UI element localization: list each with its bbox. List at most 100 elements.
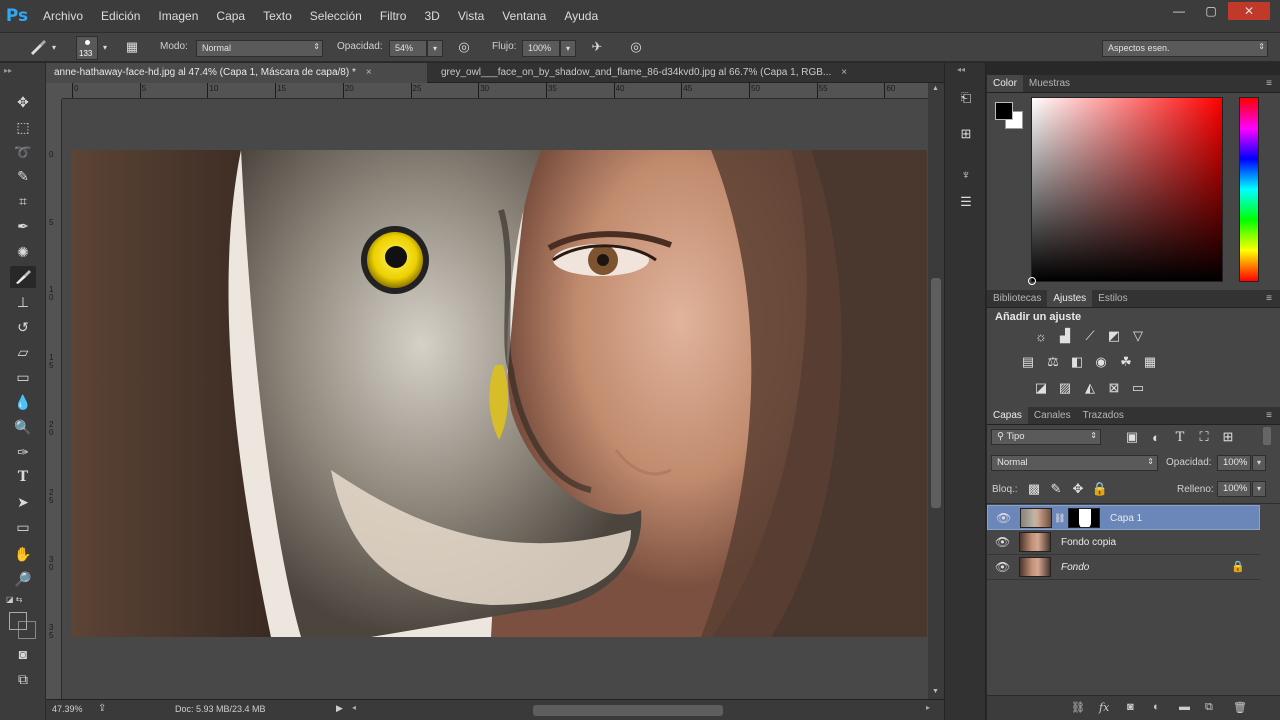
hue-slider[interactable] xyxy=(1239,97,1259,282)
close-button[interactable]: ✕ xyxy=(1228,2,1270,20)
tab-muestras[interactable]: Muestras xyxy=(1023,75,1076,92)
hue-saturation-icon[interactable]: ▤ xyxy=(1019,354,1037,370)
brightness-icon[interactable]: ☼ xyxy=(1032,328,1050,344)
color-field[interactable] xyxy=(1028,97,1223,285)
marquee-tool-icon[interactable]: ⬚ xyxy=(10,116,36,138)
lock-all-icon[interactable]: 🔒 xyxy=(1091,481,1109,497)
visibility-eye-icon[interactable]: 👁 xyxy=(996,511,1011,525)
filter-shape-icon[interactable]: ⛶ xyxy=(1195,429,1213,445)
channel-mixer-icon[interactable]: ☘ xyxy=(1117,354,1135,370)
posterize-icon[interactable]: ▨ xyxy=(1056,380,1074,396)
dodge-tool-icon[interactable]: 🔍 xyxy=(10,416,36,438)
crop-tool-icon[interactable]: ⌗ xyxy=(10,190,36,212)
blur-tool-icon[interactable]: 💧 xyxy=(10,391,36,413)
visibility-eye-icon[interactable]: 👁 xyxy=(995,560,1010,574)
new-layer-icon[interactable]: ⧉ xyxy=(1205,701,1213,714)
scroll-up-icon[interactable]: ▲ xyxy=(932,85,939,92)
menu-seleccion[interactable]: Selección xyxy=(301,0,371,32)
menu-vista[interactable]: Vista xyxy=(449,0,493,32)
tab-color[interactable]: Color xyxy=(987,75,1023,92)
exposure-icon[interactable]: ◩ xyxy=(1105,328,1123,344)
lasso-tool-icon[interactable]: ➰ xyxy=(10,141,36,163)
eyedropper-tool-icon[interactable]: ✒ xyxy=(10,215,36,237)
gradient-map-icon[interactable]: ▭ xyxy=(1129,380,1147,396)
selective-color-icon[interactable]: ⊠ xyxy=(1105,380,1123,396)
foreground-color-swatch[interactable] xyxy=(995,102,1013,120)
default-colors-icon[interactable]: ◪ ⇆ xyxy=(6,595,22,604)
tab-ajustes[interactable]: Ajustes xyxy=(1047,290,1093,307)
group-folder-icon[interactable]: ▬ xyxy=(1179,701,1190,713)
layer-name[interactable]: Capa 1 xyxy=(1110,513,1142,524)
tab-bibliotecas[interactable]: Bibliotecas xyxy=(987,290,1047,307)
flow-input[interactable]: 100% xyxy=(522,40,560,57)
maximize-button[interactable]: ▢ xyxy=(1196,2,1226,20)
scroll-left-icon[interactable]: ◂ xyxy=(352,703,356,712)
path-selection-tool-icon[interactable]: ➤ xyxy=(10,491,36,513)
color-balance-icon[interactable]: ⚖ xyxy=(1044,354,1062,370)
menu-capa[interactable]: Capa xyxy=(207,0,254,32)
quick-mask-icon[interactable]: ◙ xyxy=(10,643,36,665)
panel-menu-icon[interactable]: ≡ xyxy=(1266,78,1272,89)
brush-tool-preset-icon[interactable] xyxy=(28,39,48,57)
expand-arrows-icon[interactable]: ◂◂ xyxy=(957,65,965,74)
brush-size-picker[interactable]: 133 xyxy=(76,36,98,60)
layer-filter-select[interactable]: ⚲ Tipo ⇕ xyxy=(991,429,1101,445)
zoom-tool-icon[interactable]: 🔎 xyxy=(10,568,36,590)
document-image[interactable] xyxy=(71,150,927,637)
fill-dropdown[interactable]: ▾ xyxy=(1252,481,1266,497)
menu-3d[interactable]: 3D xyxy=(415,0,448,32)
healing-brush-tool-icon[interactable]: ✺ xyxy=(10,241,36,263)
brush-tool-icon[interactable] xyxy=(10,266,36,288)
mode-select[interactable]: Normal ⇕ xyxy=(196,40,323,57)
workspace-select[interactable]: Aspectos esen. ⇕ xyxy=(1102,40,1268,57)
vertical-ruler[interactable]: 0 5 1 0 1 5 2 0 2 5 3 0 3 5 xyxy=(46,99,62,699)
link-icon[interactable]: ⛓ xyxy=(1054,513,1065,524)
menu-edicion[interactable]: Edición xyxy=(92,0,149,32)
menu-ventana[interactable]: Ventana xyxy=(493,0,555,32)
brush-presets-panel-icon[interactable]: ♆ xyxy=(954,163,978,185)
photo-filter-icon[interactable]: ◉ xyxy=(1092,354,1110,370)
ruler-origin[interactable] xyxy=(46,83,62,99)
pressure-opacity-icon[interactable]: ◎ xyxy=(454,39,474,57)
layer-row-fondo[interactable]: 👁 Fondo 🔒 xyxy=(987,555,1260,580)
foreground-color-swatch[interactable] xyxy=(9,612,27,630)
history-brush-tool-icon[interactable]: ↺ xyxy=(10,316,36,338)
minimize-button[interactable]: — xyxy=(1164,2,1194,20)
tab-canales[interactable]: Canales xyxy=(1028,407,1077,424)
zoom-level[interactable]: 47.39% xyxy=(52,704,83,714)
airbrush-icon[interactable]: ✈ xyxy=(587,39,607,57)
vibrance-icon[interactable]: ▽ xyxy=(1129,328,1147,344)
trash-icon[interactable]: 🗑 xyxy=(1233,701,1247,714)
opacity-dropdown-button[interactable]: ▾ xyxy=(427,40,443,57)
layer-thumbnail[interactable] xyxy=(1019,532,1051,552)
horizontal-ruler[interactable]: 0 5 10 15 20 25 30 35 40 45 50 55 60 xyxy=(62,83,928,99)
properties-panel-icon[interactable]: ⊞ xyxy=(954,123,978,145)
menu-texto[interactable]: Texto xyxy=(254,0,301,32)
panel-menu-icon[interactable]: ≡ xyxy=(1266,410,1272,421)
history-panel-icon[interactable]: ⎗ xyxy=(954,87,978,109)
opacity-input[interactable]: 54% xyxy=(389,40,427,57)
move-tool-icon[interactable]: ✥ xyxy=(10,91,36,113)
curves-icon[interactable]: ⟋ xyxy=(1081,328,1099,344)
layer-opacity-input[interactable]: 100% xyxy=(1217,455,1251,471)
tab-trazados[interactable]: Trazados xyxy=(1077,407,1130,424)
quick-selection-tool-icon[interactable]: ✎ xyxy=(10,165,36,187)
panel-menu-icon[interactable]: ≡ xyxy=(1266,293,1272,304)
hand-tool-icon[interactable]: ✋ xyxy=(10,543,36,565)
screen-mode-icon[interactable]: ⧉ xyxy=(10,668,36,690)
close-icon[interactable]: × xyxy=(366,67,372,78)
rectangle-tool-icon[interactable]: ▭ xyxy=(10,516,36,538)
clone-stamp-tool-icon[interactable]: ⊥ xyxy=(10,291,36,313)
vertical-scrollbar[interactable]: ▲ ▼ xyxy=(928,83,944,699)
layer-mask-thumbnail[interactable] xyxy=(1068,508,1100,528)
layer-thumbnail[interactable] xyxy=(1019,557,1051,577)
lock-transparent-icon[interactable]: ▩ xyxy=(1025,481,1043,497)
adjust-sliders-panel-icon[interactable]: ☰ xyxy=(954,191,978,213)
layer-row-capa-1[interactable]: 👁 ⛓ Capa 1 xyxy=(987,505,1260,530)
vertical-scroll-thumb[interactable] xyxy=(931,278,941,508)
pressure-size-icon[interactable]: ◎ xyxy=(626,39,646,57)
color-lookup-icon[interactable]: ▦ xyxy=(1141,354,1159,370)
canvas-area[interactable] xyxy=(62,99,928,699)
fill-input[interactable]: 100% xyxy=(1217,481,1251,497)
layer-name[interactable]: Fondo copia xyxy=(1061,537,1116,548)
